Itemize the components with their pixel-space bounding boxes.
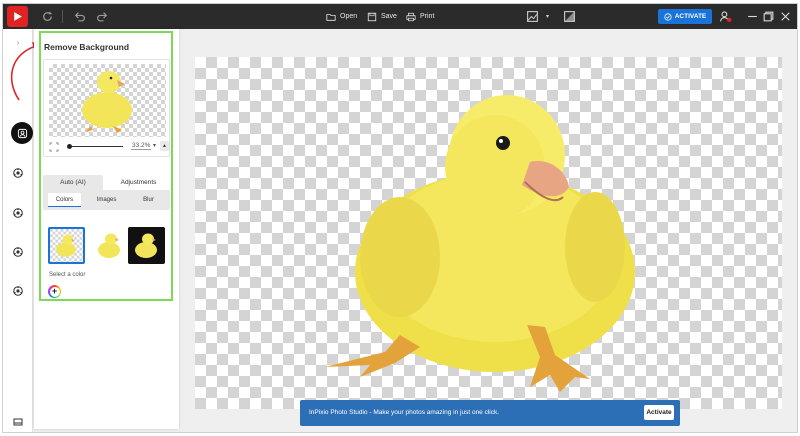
printer-icon — [406, 12, 416, 21]
app-logo-icon — [7, 6, 28, 27]
app-window: Open Save Print ▾ ACTIVATE › Remove Back… — [2, 3, 798, 433]
background-option-white[interactable] — [91, 227, 128, 264]
check-circle-icon — [664, 12, 672, 21]
layers-icon[interactable] — [11, 415, 25, 429]
minimize-icon[interactable] — [746, 10, 759, 23]
image-canvas[interactable] — [195, 57, 782, 409]
preview-image — [49, 64, 166, 137]
toolbar-divider — [62, 10, 63, 23]
tool-icon-3[interactable] — [11, 206, 25, 220]
zoom-slider[interactable] — [67, 146, 123, 147]
close-icon[interactable] — [779, 10, 792, 23]
save-label: Save — [381, 13, 397, 20]
image-icon[interactable] — [526, 10, 539, 23]
background-type-tabs: Colors Images Blur — [43, 190, 170, 210]
chevron-down-icon[interactable]: ▾ — [541, 10, 554, 23]
duckling-thumbnail — [82, 71, 132, 133]
fit-screen-icon[interactable] — [49, 142, 59, 152]
tool-icon-5[interactable] — [11, 284, 25, 298]
preview-card: 33.2% ▾ ▲ — [43, 59, 170, 157]
plus-icon: + — [49, 286, 60, 297]
tab-blur[interactable]: Blur — [132, 193, 165, 207]
tab-colors[interactable]: Colors — [48, 193, 81, 207]
zoom-step-up-icon[interactable]: ▲ — [160, 141, 169, 151]
zoom-value[interactable]: 33.2% — [131, 142, 152, 150]
panel-title: Remove Background — [44, 42, 130, 52]
compare-icon[interactable] — [563, 10, 576, 23]
save-icon — [367, 12, 377, 21]
print-label: Print — [420, 13, 435, 20]
remove-background-tool-icon[interactable] — [11, 122, 33, 144]
open-button[interactable]: Open — [326, 9, 357, 24]
background-option-black[interactable] — [128, 227, 165, 264]
zoom-slider-handle[interactable] — [67, 144, 72, 149]
redo-icon[interactable] — [96, 10, 109, 23]
select-color-label: Select a color — [49, 272, 86, 278]
top-toolbar: Open Save Print ▾ ACTIVATE — [3, 4, 797, 29]
zoom-row: 33.2% ▾ ▲ — [47, 140, 169, 154]
toast-activate-button[interactable]: Activate — [644, 405, 674, 420]
restore-icon[interactable] — [762, 10, 775, 23]
activate-label: ACTIVATE — [674, 13, 707, 20]
tab-adjustments[interactable]: Adjustments — [107, 175, 170, 190]
activate-button[interactable]: ACTIVATE — [658, 9, 712, 24]
print-button[interactable]: Print — [406, 9, 434, 24]
background-option-transparent[interactable] — [48, 227, 85, 264]
rotate-icon[interactable] — [41, 10, 54, 23]
open-label: Open — [340, 13, 358, 20]
duckling-image — [325, 95, 635, 392]
remove-background-panel: Remove Background 33.2% ▾ ▲ Auto (AI) Ad… — [34, 29, 179, 429]
toast-message: InPixio Photo Studio - Make your photos … — [309, 409, 500, 416]
undo-icon[interactable] — [73, 10, 86, 23]
tab-auto-ai[interactable]: Auto (AI) — [43, 175, 103, 190]
tool-icon-2[interactable] — [11, 166, 25, 180]
folder-icon — [326, 13, 336, 21]
add-color-button[interactable]: + — [48, 285, 61, 298]
account-icon[interactable] — [719, 10, 732, 23]
tool-icon-4[interactable] — [11, 245, 25, 259]
zoom-dropdown-icon[interactable]: ▾ — [153, 142, 156, 149]
mode-tabs: Auto (AI) Adjustments — [43, 175, 170, 190]
promo-toast: InPixio Photo Studio - Make your photos … — [300, 400, 680, 426]
tab-images[interactable]: Images — [90, 193, 123, 207]
save-button[interactable]: Save — [367, 9, 397, 24]
